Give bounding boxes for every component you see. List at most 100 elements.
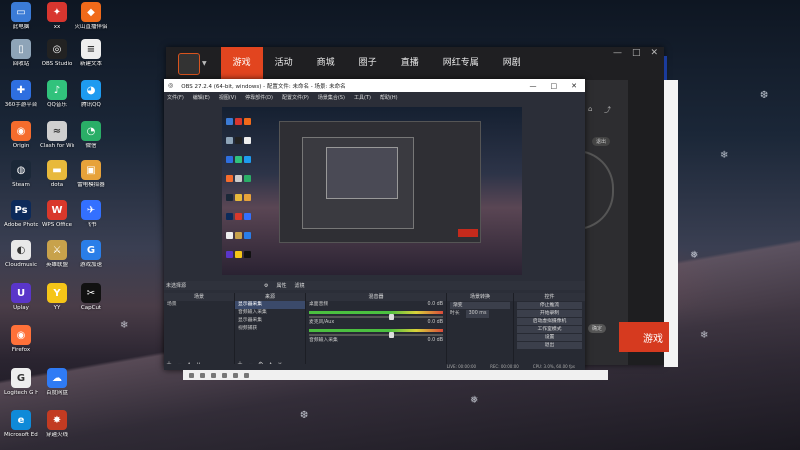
stream-nav-tab[interactable]: 圈子 xyxy=(347,47,389,80)
volume-meter xyxy=(309,329,443,332)
desktop-icon-label: QQ音乐 xyxy=(47,102,67,108)
desktop-icon[interactable]: ◍ Steam xyxy=(4,160,38,189)
obs-menu-item[interactable]: 视图(V) xyxy=(219,94,236,101)
gear-icon[interactable]: ⚙ xyxy=(264,283,268,289)
desktop-icon-label: YY xyxy=(53,305,61,311)
stream-nav-tab[interactable]: 网红专属 xyxy=(431,47,491,80)
app-icon: ⚔ xyxy=(47,240,67,260)
studio-mode-button[interactable]: 工作室模式 xyxy=(517,326,582,333)
app-icon: Ps xyxy=(11,200,31,220)
obs-menu-item[interactable]: 编辑(E) xyxy=(193,94,210,101)
stream-nav-tab[interactable]: 商城 xyxy=(305,47,347,80)
transition-select[interactable]: 渐变 xyxy=(450,302,510,309)
duration-label: 时长 xyxy=(450,311,460,316)
exit-button[interactable]: 退出 xyxy=(517,342,582,349)
browser-bottom-strip xyxy=(183,370,608,380)
desktop-icon-label: 腾讯QQ xyxy=(81,102,101,108)
source-item[interactable]: 显示器采集 xyxy=(235,301,305,309)
source-item[interactable]: 音频输入采集 xyxy=(235,309,305,317)
app-icon: ▣ xyxy=(81,160,101,180)
desktop-icon[interactable]: ◎ OBS Studio xyxy=(40,39,74,68)
properties-button[interactable]: 属性 xyxy=(277,282,287,289)
app-icon: U xyxy=(11,283,31,303)
desktop-icon[interactable]: W WPS Office xyxy=(40,200,74,229)
desktop-icon[interactable]: ✸ 穿越火线 xyxy=(40,410,74,439)
desktop-icon[interactable]: Y YY xyxy=(40,283,74,312)
desktop-icon[interactable]: ≡ 新建文本 xyxy=(74,39,108,68)
stop-streaming-button[interactable]: 停止推流 xyxy=(517,302,582,309)
desktop-icon[interactable]: ✚ 360手游平台 xyxy=(4,80,38,109)
start-game-button[interactable]: 游戏 xyxy=(619,322,669,352)
obs-menu-item[interactable]: 文件(F) xyxy=(167,94,184,101)
minimize-icon[interactable]: — xyxy=(613,47,622,59)
desktop-icon[interactable]: ☁ 百度网盘 xyxy=(40,368,74,397)
channel-level: 0.0 dB xyxy=(427,302,444,307)
chevron-down-icon[interactable]: ▼ xyxy=(202,60,207,67)
source-item[interactable]: 视频捕获 xyxy=(235,325,305,333)
stream-nav-tab[interactable]: 游戏 xyxy=(220,47,263,80)
desktop-icon[interactable]: ▬ dota xyxy=(40,160,74,189)
stream-nav-tab[interactable]: 直播 xyxy=(389,47,431,80)
app-icon: ≈ xyxy=(47,121,67,141)
exit-button[interactable]: 退出 xyxy=(592,137,611,146)
minimize-icon[interactable]: — xyxy=(530,82,537,90)
desktop-icon[interactable]: ✂ CapCut xyxy=(74,283,108,312)
close-icon[interactable]: ✕ xyxy=(571,82,577,90)
obs-preview[interactable] xyxy=(222,107,522,275)
desktop-icon[interactable]: ▯ 回收站 xyxy=(4,39,38,68)
obs-menu-item[interactable]: 场景集合(S) xyxy=(318,94,345,101)
volume-slider[interactable] xyxy=(309,332,443,338)
obs-menu-item[interactable]: 帮助(H) xyxy=(380,94,398,101)
desktop-icon[interactable]: ✈ 飞书 xyxy=(74,200,108,229)
desktop-icon-label: 火山直播伴侣 xyxy=(74,24,108,30)
source-item[interactable]: 显示器采集 xyxy=(235,317,305,325)
obs-menu-item[interactable]: 停靠部件(D) xyxy=(245,94,273,101)
desktop-icon[interactable]: ♪ QQ音乐 xyxy=(40,80,74,109)
desktop-icon[interactable]: ◆ 火山直播伴侣 xyxy=(74,2,108,31)
desktop-icon[interactable]: ◉ Origin xyxy=(4,121,38,150)
desktop-icon[interactable]: ⚔ 英雄联盟 xyxy=(40,240,74,269)
start-game-label: 游戏 xyxy=(643,333,663,345)
stream-nav-tab[interactable]: 网剧 xyxy=(491,47,533,80)
volume-slider[interactable] xyxy=(309,314,443,320)
scene-item[interactable]: 场景 xyxy=(164,301,234,309)
share-icon[interactable]: ⤴ xyxy=(604,105,611,115)
desktop-icon[interactable]: e Microsoft Edge xyxy=(4,410,38,439)
desktop-icon[interactable]: G Logitech G HUB xyxy=(4,368,38,397)
app-icon: ▯ xyxy=(11,39,31,59)
desktop-icon-label: Logitech G HUB xyxy=(4,390,38,396)
settings-button[interactable]: 设置 xyxy=(517,334,582,341)
obs-menu-item[interactable]: 配置文件(P) xyxy=(282,94,309,101)
desktop-icon[interactable]: ▭ 此电脑 xyxy=(4,2,38,31)
desktop-icon[interactable]: ▣ 雷电模拟器 xyxy=(74,160,108,189)
virtual-camera-button[interactable]: 启动虚拟摄像机 xyxy=(517,318,582,325)
desktop-icon[interactable]: ◐ Cloudmusic xyxy=(4,240,38,269)
home-icon[interactable]: ⌂ xyxy=(588,105,592,113)
close-icon[interactable]: ✕ xyxy=(650,47,658,59)
desktop-icon[interactable]: ◉ Firefox xyxy=(4,325,38,354)
desktop-icon[interactable]: ≈ Clash for Windows xyxy=(40,121,74,150)
start-recording-button[interactable]: 开始录制 xyxy=(517,310,582,317)
duration-input[interactable]: 300 ms xyxy=(465,310,490,318)
stream-nav-tab[interactable]: 活动 xyxy=(263,47,305,80)
channel-name: 音频输入采集 xyxy=(309,338,338,343)
desktop-icon[interactable]: ✦ xx xyxy=(40,2,74,31)
scenes-dock-title: 场景 xyxy=(164,293,234,301)
desktop-icon[interactable]: G 游戏加速 xyxy=(74,240,108,269)
maximize-icon[interactable]: □ xyxy=(632,47,641,59)
mixer-channel: 音频输入采集 0.0 dB xyxy=(306,337,446,345)
maximize-icon[interactable]: □ xyxy=(551,82,558,90)
desktop-icon-label: 游戏加速 xyxy=(79,262,102,268)
confirm-button[interactable]: 确定 xyxy=(588,324,607,333)
app-icon: ✂ xyxy=(81,283,101,303)
desktop-icon[interactable]: ◕ 腾讯QQ xyxy=(74,80,108,109)
sources-dock-title: 来源 xyxy=(235,293,305,301)
user-avatar[interactable] xyxy=(178,52,200,75)
filters-button[interactable]: 滤镜 xyxy=(295,282,305,289)
desktop-icon[interactable]: ◔ 微信 xyxy=(74,121,108,150)
desktop-icon[interactable]: Ps Adobe Photoshop xyxy=(4,200,38,229)
desktop-icon[interactable]: U Uplay xyxy=(4,283,38,312)
obs-menu-item[interactable]: 工具(T) xyxy=(354,94,371,101)
desktop-icon-label: Cloudmusic xyxy=(5,262,37,268)
desktop-icon-label: 微信 xyxy=(85,143,97,149)
